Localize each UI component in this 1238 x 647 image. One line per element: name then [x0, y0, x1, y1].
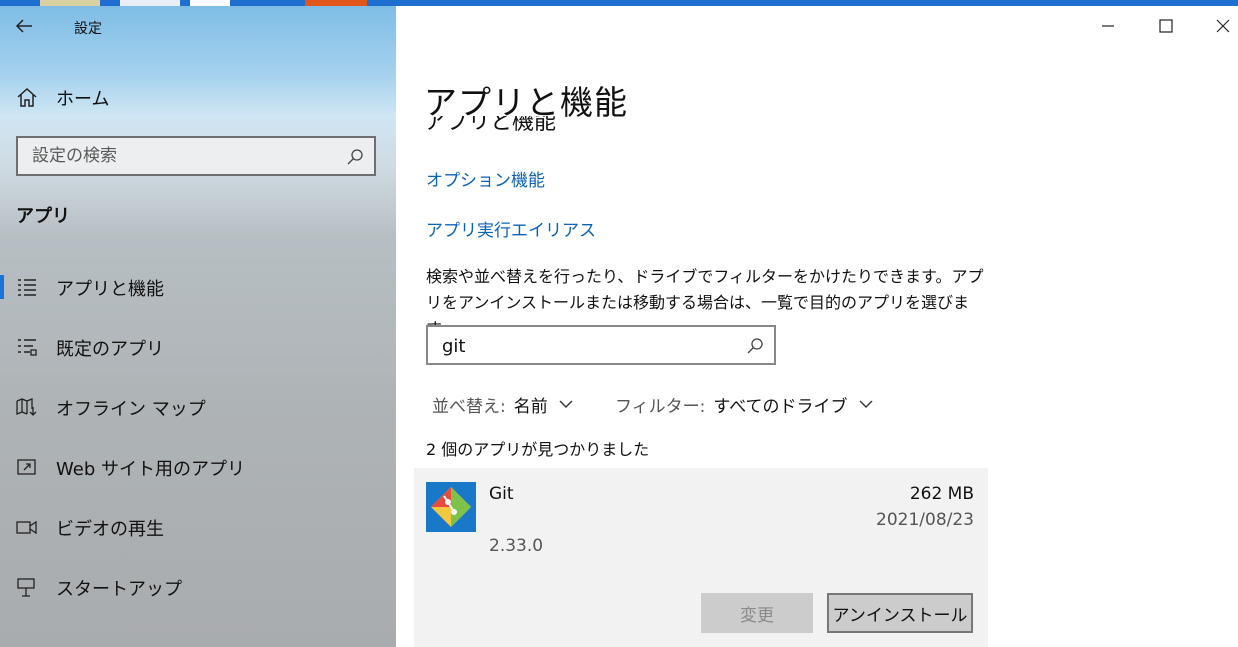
clipped-section-heading: アプリと機能: [424, 116, 684, 132]
sort-label: 並べ替え:: [432, 396, 506, 417]
app-name: Git: [489, 484, 514, 504]
sidebar-item-apps-for-websites[interactable]: Web サイト用のアプリ: [0, 447, 396, 487]
startup-icon: [17, 578, 35, 597]
sidebar-item-default-apps[interactable]: 既定のアプリ: [0, 327, 396, 367]
search-icon[interactable]: [346, 148, 364, 166]
sidebar-item-startup[interactable]: スタートアップ: [0, 567, 396, 607]
default-apps-icon: [18, 339, 37, 356]
sidebar: 設定 ホーム アプリ アプリと機能 既定のアプリ オフライン マッ: [0, 6, 396, 647]
chevron-down-icon: [859, 400, 873, 408]
search-icon[interactable]: [746, 337, 764, 355]
back-button[interactable]: [14, 16, 38, 38]
app-search-box[interactable]: [426, 325, 776, 365]
optional-features-link[interactable]: オプション機能: [426, 166, 545, 191]
offline-maps-icon: [16, 398, 37, 416]
home-icon: [17, 87, 37, 107]
sidebar-item-label: スタートアップ: [56, 579, 182, 600]
filter-label: フィルター:: [615, 396, 706, 417]
sidebar-item-label: Web サイト用のアプリ: [56, 459, 245, 480]
sidebar-item-video-playback[interactable]: ビデオの再生: [0, 507, 396, 547]
settings-search-box[interactable]: [16, 136, 376, 176]
app-install-date: 2021/08/23: [876, 510, 974, 530]
minimize-icon[interactable]: [1098, 16, 1118, 36]
uninstall-button[interactable]: アンインストール: [827, 593, 973, 633]
git-logo-icon: [426, 482, 476, 532]
app-execution-aliases-link[interactable]: アプリ実行エイリアス: [426, 216, 596, 241]
sidebar-item-label: アプリと機能: [56, 279, 164, 300]
apps-features-icon: [18, 279, 36, 296]
sidebar-item-label: ホーム: [56, 89, 110, 110]
filter-dropdown[interactable]: フィルター: すべてのドライブ: [615, 392, 874, 417]
app-version: 2.33.0: [489, 536, 544, 556]
app-list-item[interactable]: Git 262 MB 2021/08/23 2.33.0 変更 アンインストール: [414, 468, 988, 647]
close-icon[interactable]: [1213, 16, 1233, 36]
sort-dropdown[interactable]: 並べ替え: 名前: [432, 392, 574, 417]
settings-search-input[interactable]: [32, 144, 332, 168]
modify-button[interactable]: 変更: [701, 593, 813, 633]
main-content: アプリと機能 アプリと機能 オプション機能 アプリ実行エイリアス 検索や並べ替え…: [396, 6, 1238, 647]
sidebar-item-home[interactable]: ホーム: [14, 84, 109, 112]
app-search-input[interactable]: [442, 333, 732, 359]
sidebar-item-offline-maps[interactable]: オフライン マップ: [0, 387, 396, 427]
sidebar-item-apps-features[interactable]: アプリと機能: [0, 267, 396, 307]
chevron-down-icon: [559, 400, 573, 408]
sidebar-section-title: アプリ: [16, 206, 70, 227]
apps-for-websites-icon: [17, 459, 36, 475]
sort-value: 名前: [513, 396, 548, 417]
result-count: 2 個のアプリが見つかりました: [426, 440, 650, 459]
filter-value: すべてのドライブ: [713, 396, 848, 417]
git-app-icon: [426, 482, 476, 532]
sidebar-item-label: 既定のアプリ: [56, 339, 164, 360]
back-arrow-icon: [15, 19, 32, 33]
sidebar-item-label: ビデオの再生: [56, 519, 164, 540]
app-size: 262 MB: [909, 484, 974, 504]
section-heading-text: アプリと機能: [424, 116, 557, 132]
maximize-icon[interactable]: [1156, 16, 1176, 36]
sidebar-item-label: オフライン マップ: [56, 399, 206, 420]
selected-indicator: [0, 275, 4, 299]
window-title: 設定: [74, 21, 102, 37]
video-playback-icon: [16, 520, 37, 535]
